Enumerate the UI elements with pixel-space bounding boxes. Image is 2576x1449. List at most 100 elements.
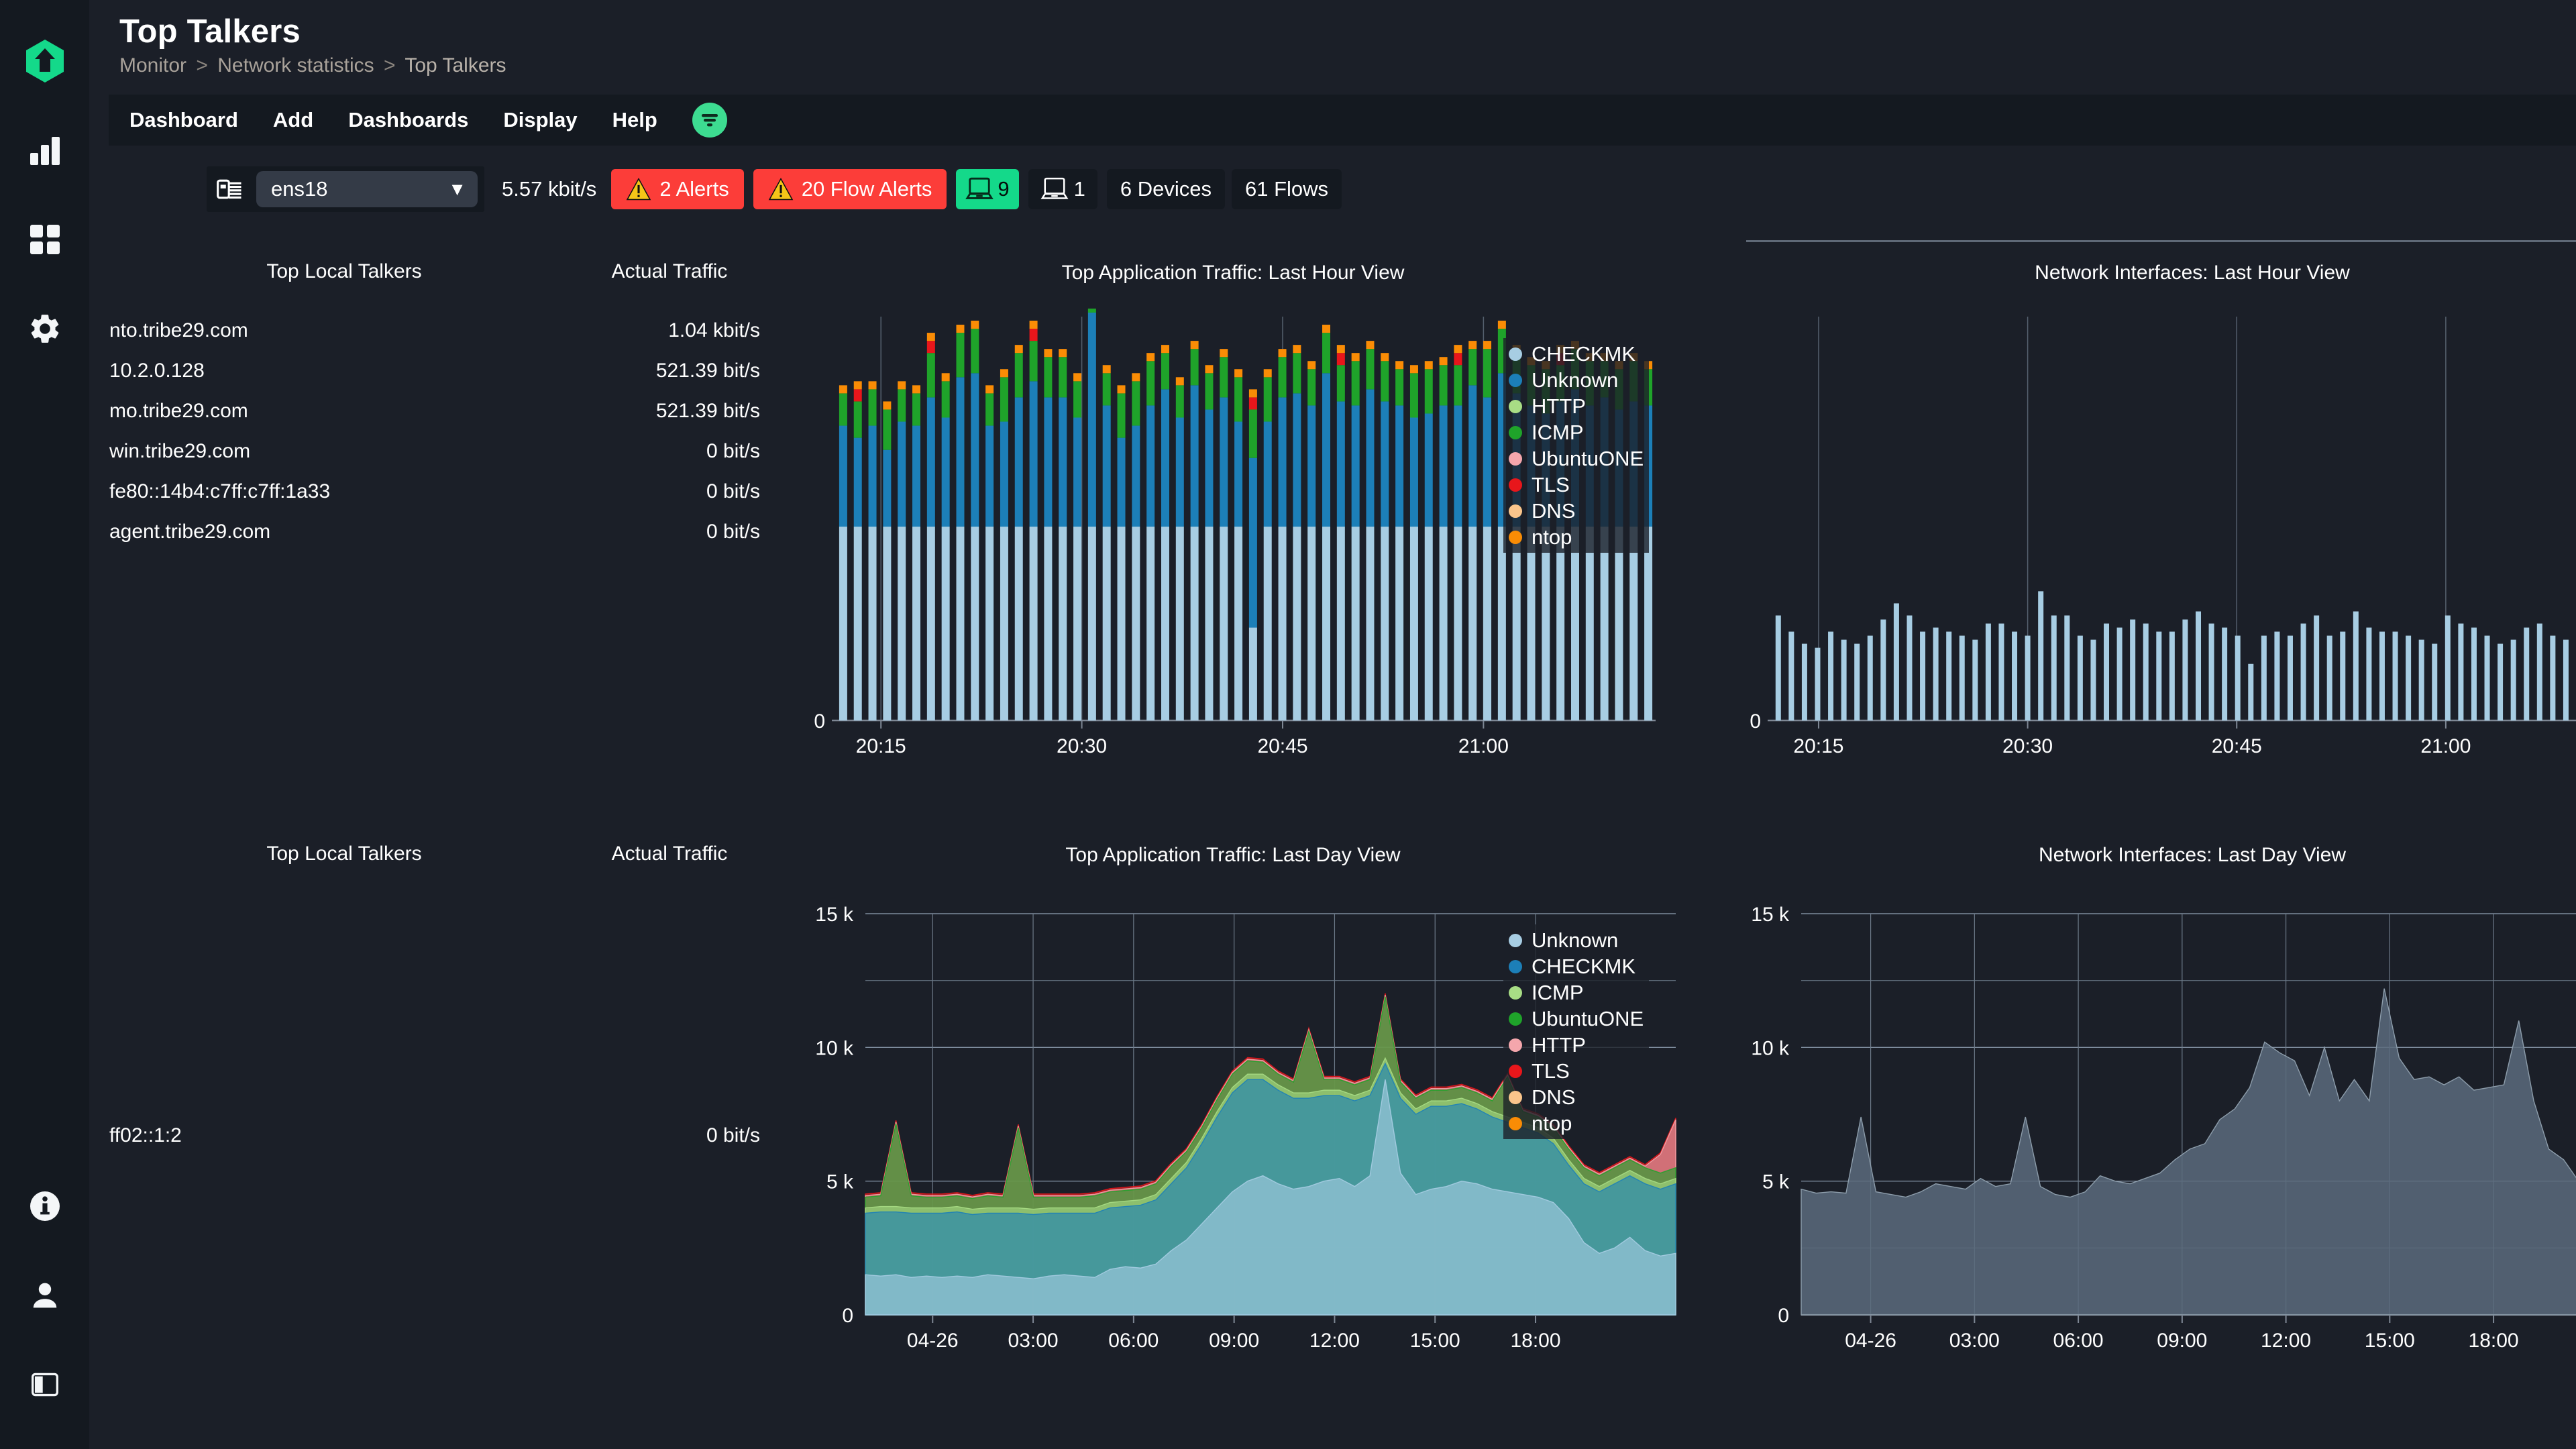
breadcrumb-item-monitor[interactable]: Monitor: [119, 54, 186, 76]
table-row[interactable]: mo.tribe29.com 521.39 bit/s: [109, 400, 780, 423]
bar-segment: [1483, 397, 1491, 527]
bar-segment: [1556, 527, 1564, 720]
bar-segment: [2366, 628, 2371, 720]
bar-segment: [1088, 309, 1096, 313]
bar-segment: [1264, 369, 1272, 377]
sidebar-item-apps[interactable]: [0, 195, 89, 284]
bar-segment: [1776, 615, 1781, 720]
table-row[interactable]: 10.2.0.128 521.39 bit/s: [109, 360, 780, 382]
table-row[interactable]: nto.tribe29.com 1.04 kbit/s: [109, 319, 780, 342]
bar-segment: [2340, 632, 2345, 720]
alerts-badge[interactable]: 2 Alerts: [611, 169, 743, 209]
legend-color-swatch: [1509, 400, 1522, 413]
legend-item[interactable]: ntop: [1509, 1110, 1644, 1136]
legend-item[interactable]: CHECKMK: [1509, 953, 1644, 979]
bar-segment: [2025, 636, 2031, 720]
page-title: Top Talkers: [119, 15, 2576, 49]
chart-iface-day-title-wrap: Network Interfaces: Last Day View: [1746, 844, 2576, 867]
flow-alerts-badge-label: 20 Flow Alerts: [802, 177, 932, 201]
sidebar-item-dashboard[interactable]: [0, 105, 89, 195]
bar-segment: [1073, 418, 1081, 527]
breadcrumb-item-top-talkers[interactable]: Top Talkers: [405, 54, 506, 76]
chart-iface-day[interactable]: 15 k10 k5 k004-2603:0006:0009:0012:0015:…: [1733, 892, 2576, 1389]
column-header-talker: Top Local Talkers: [109, 260, 579, 283]
sidebar-item-toggle[interactable]: [0, 1340, 89, 1429]
flow-alerts-badge[interactable]: 20 Flow Alerts: [753, 169, 947, 209]
bar-segment: [2353, 611, 2359, 720]
table-row[interactable]: agent.tribe29.com 0 bit/s: [109, 521, 780, 543]
menubar: Dashboard Add Dashboards Display Help: [109, 95, 2576, 146]
legend-item[interactable]: Unknown: [1509, 367, 1644, 393]
idle-devices-badge[interactable]: 1: [1028, 169, 1097, 209]
legend-item[interactable]: ntop: [1509, 524, 1644, 550]
bar-segment: [2498, 644, 2503, 720]
breadcrumb-item-network-statistics[interactable]: Network statistics: [217, 54, 374, 76]
bar-segment: [1454, 353, 1462, 365]
sidebar-toggle-icon: [30, 1370, 60, 1399]
bar-segment: [2314, 615, 2319, 720]
bar-segment: [1307, 369, 1316, 405]
bar-segment: [1395, 405, 1403, 527]
interface-select[interactable]: ens18 ▼: [256, 171, 478, 207]
menu-item-add[interactable]: Add: [256, 95, 331, 146]
sidebar-item-user[interactable]: [0, 1250, 89, 1340]
bar-segment: [2288, 636, 2293, 720]
ntop-menu-icon[interactable]: [692, 103, 727, 138]
bar-segment: [839, 393, 847, 425]
legend-item[interactable]: ICMP: [1509, 979, 1644, 1006]
legend-item[interactable]: HTTP: [1509, 1032, 1644, 1058]
bar-segment: [1059, 397, 1067, 527]
bar-segment: [1352, 353, 1360, 361]
y-tick-label: 10 k: [815, 1037, 854, 1059]
legend-item[interactable]: CHECKMK: [1509, 341, 1644, 367]
sidebar-item-settings[interactable]: [0, 284, 89, 373]
legend-item[interactable]: UbuntuONE: [1509, 1006, 1644, 1032]
talker-name: mo.tribe29.com: [109, 400, 579, 423]
bar-segment: [1234, 527, 1242, 720]
sidebar-item-info[interactable]: [0, 1161, 89, 1250]
menu-item-display[interactable]: Display: [486, 95, 594, 146]
bar-segment: [1279, 397, 1287, 527]
legend-item[interactable]: DNS: [1509, 498, 1644, 524]
bar-segment: [1293, 345, 1301, 353]
table-row[interactable]: win.tribe29.com 0 bit/s: [109, 440, 780, 463]
chart-iface-hour[interactable]: 020:1520:3020:4521:00: [1733, 309, 2576, 792]
devices-count-label[interactable]: 6 Devices: [1107, 169, 1225, 209]
legend-item[interactable]: HTTP: [1509, 393, 1644, 419]
bar-segment: [1073, 381, 1081, 417]
bar-segment: [1103, 527, 1111, 720]
legend-item[interactable]: UbuntuONE: [1509, 445, 1644, 472]
legend-item[interactable]: Unknown: [1509, 927, 1644, 953]
menu-item-dashboards[interactable]: Dashboards: [331, 95, 486, 146]
bar-segment: [883, 450, 891, 527]
menu-item-dashboard[interactable]: Dashboard: [129, 95, 256, 146]
table-row[interactable]: fe80::14b4:c7ff:c7ff:1a33 0 bit/s: [109, 480, 780, 503]
bar-segment: [869, 426, 877, 527]
legend-item[interactable]: TLS: [1509, 1058, 1644, 1084]
chart-title-app-hour: Top Application Traffic: Last Hour View: [797, 262, 1669, 284]
x-tick-label: 12:00: [1309, 1330, 1360, 1352]
chart-title-iface-day: Network Interfaces: Last Day View: [1746, 844, 2576, 867]
bar-segment: [912, 393, 920, 425]
legend-label: ICMP: [1532, 421, 1584, 445]
active-devices-badge[interactable]: 9: [956, 169, 1018, 209]
bar-segment: [1586, 527, 1594, 720]
bar-segment: [1000, 369, 1008, 377]
bar-segment: [1395, 361, 1403, 369]
bar-segment: [1205, 373, 1213, 409]
flows-count-label[interactable]: 61 Flows: [1232, 169, 1342, 209]
y-tick-label: 5 k: [1762, 1171, 1790, 1193]
bar-segment: [1234, 369, 1242, 377]
legend-item[interactable]: ICMP: [1509, 419, 1644, 445]
sidebar-item-ntopng-logo[interactable]: [0, 16, 89, 105]
table-row[interactable]: ff02::1:2 0 bit/s: [109, 1124, 780, 1147]
talker-value: 0 bit/s: [579, 521, 760, 543]
legend-item[interactable]: TLS: [1509, 472, 1644, 498]
bar-segment: [1030, 381, 1038, 527]
menu-item-help[interactable]: Help: [595, 95, 675, 146]
bar-segment: [839, 385, 847, 393]
legend-item[interactable]: DNS: [1509, 1084, 1644, 1110]
bar-segment: [1337, 345, 1345, 353]
bar-segment: [1454, 405, 1462, 527]
bar-segment: [2012, 632, 2017, 720]
